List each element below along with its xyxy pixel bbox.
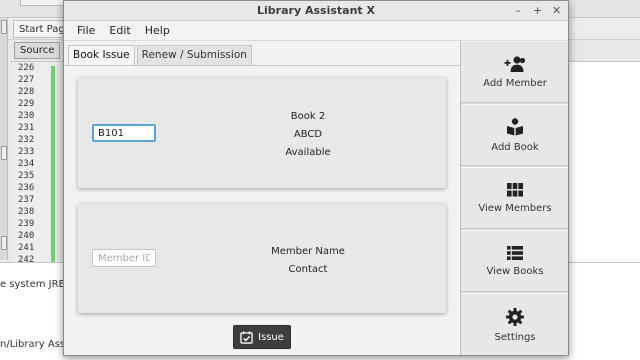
ide-editor-area[interactable] xyxy=(568,62,640,262)
book-name: Book 2 xyxy=(290,111,326,122)
view-members-button[interactable]: View Members xyxy=(461,167,568,229)
minimize-button[interactable]: – xyxy=(514,1,522,21)
book-reader-icon xyxy=(507,117,523,135)
line-number: 239 xyxy=(18,219,35,229)
add-member-label: Add Member xyxy=(483,77,547,89)
settings-button[interactable]: Settings xyxy=(461,293,568,355)
menu-file[interactable]: File xyxy=(70,21,102,40)
issue-button-label: Issue xyxy=(258,331,284,343)
maximize-button[interactable]: + xyxy=(533,1,542,21)
menu-bar: File Edit Help xyxy=(64,21,568,41)
view-books-button[interactable]: View Books xyxy=(461,230,568,292)
book-author: ABCD xyxy=(293,129,323,140)
ide-gutter-button[interactable] xyxy=(1,236,7,250)
member-name: Member Name xyxy=(271,246,345,257)
line-number: 236 xyxy=(18,183,35,193)
member-contact: Contact xyxy=(288,264,328,275)
line-number: 240 xyxy=(18,231,35,241)
tab-renew-submission[interactable]: Renew / Submission xyxy=(136,45,252,65)
add-book-button[interactable]: Add Book xyxy=(461,104,568,166)
line-number: 242 xyxy=(18,255,35,262)
ide-source-button[interactable]: Source xyxy=(14,42,61,59)
close-button[interactable]: ✕ xyxy=(552,1,561,21)
output-line: n/Library Assi xyxy=(0,339,68,350)
line-number: 234 xyxy=(18,159,35,169)
ide-gutter-button[interactable] xyxy=(1,146,7,160)
title-bar[interactable]: Library Assistant X – + ✕ xyxy=(64,1,568,21)
ide-line-numbers: 226 227 228 229 230 231 232 233 234 235 … xyxy=(12,62,48,262)
list-icon xyxy=(507,245,523,260)
line-number: 230 xyxy=(18,111,35,121)
line-number: 233 xyxy=(18,147,35,157)
calendar-check-icon xyxy=(240,330,253,344)
member-info: Member Name Contact xyxy=(228,243,388,279)
window-title: Library Assistant X xyxy=(257,4,375,17)
issue-button[interactable]: Issue xyxy=(233,325,291,349)
menu-edit[interactable]: Edit xyxy=(102,21,137,40)
tab-strip: Book Issue Renew / Submission xyxy=(68,45,252,65)
library-assistant-window: Library Assistant X – + ✕ File Edit Help… xyxy=(63,0,569,356)
output-line: e system JRE xyxy=(0,279,65,290)
tab-divider xyxy=(64,65,460,66)
window-controls: – + ✕ xyxy=(514,1,561,21)
ide-gutter-button[interactable] xyxy=(1,20,7,34)
line-number: 228 xyxy=(18,87,35,97)
tab-book-issue[interactable]: Book Issue xyxy=(68,45,135,65)
line-number: 231 xyxy=(18,123,35,133)
line-number: 241 xyxy=(18,243,35,253)
line-number: 226 xyxy=(18,63,35,73)
line-number: 227 xyxy=(18,75,35,85)
member-id-input[interactable] xyxy=(92,249,156,267)
line-number: 237 xyxy=(18,195,35,205)
ide-left-gutter xyxy=(0,18,8,260)
settings-label: Settings xyxy=(494,331,536,343)
book-info-card: Book 2 ABCD Available xyxy=(78,78,446,188)
add-user-icon xyxy=(504,55,526,72)
view-members-label: View Members xyxy=(478,202,552,214)
line-number: 229 xyxy=(18,99,35,109)
view-books-label: View Books xyxy=(486,265,544,277)
line-number: 235 xyxy=(18,171,35,181)
add-book-label: Add Book xyxy=(491,141,539,153)
ide-diff-marker xyxy=(51,66,55,262)
book-info: Book 2 ABCD Available xyxy=(228,108,388,162)
book-status: Available xyxy=(285,147,331,158)
line-number: 232 xyxy=(18,135,35,145)
gear-icon xyxy=(506,307,524,326)
menu-help[interactable]: Help xyxy=(138,21,177,40)
add-member-button[interactable]: Add Member xyxy=(461,41,568,103)
line-number: 238 xyxy=(18,207,35,217)
member-info-card: Member Name Contact xyxy=(78,204,446,313)
sidebar: Add Member Add Book View Members View Bo… xyxy=(460,41,568,355)
grid-icon xyxy=(507,182,523,196)
book-id-input[interactable] xyxy=(92,124,156,142)
